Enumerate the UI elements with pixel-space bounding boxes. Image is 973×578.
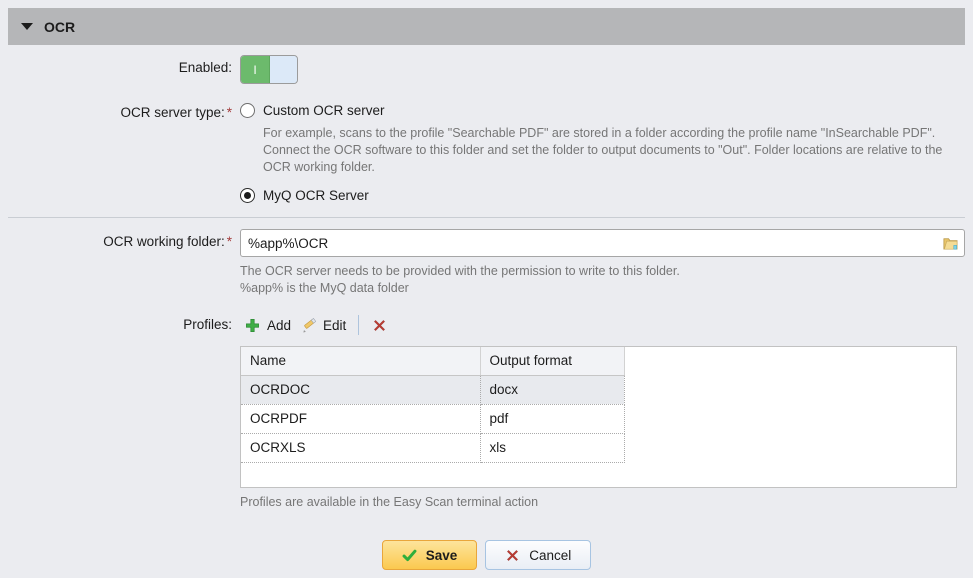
- toggle-knob: [270, 56, 297, 83]
- column-header-output-format[interactable]: Output format: [480, 347, 624, 375]
- working-folder-input[interactable]: [240, 229, 965, 257]
- toggle-on-segment: I: [241, 56, 270, 83]
- ocr-settings-panel: OCR Enabled: I OCR server type:* Custom …: [0, 0, 973, 578]
- table-row[interactable]: OCRXLS xls: [241, 433, 624, 462]
- enabled-label: Enabled:: [8, 55, 240, 84]
- enabled-toggle[interactable]: I: [240, 55, 298, 84]
- browse-folder-button[interactable]: [938, 232, 962, 254]
- cancel-x-icon: [505, 548, 520, 563]
- profiles-label: Profiles:: [8, 312, 240, 509]
- ocr-section-header[interactable]: OCR: [8, 8, 965, 45]
- pencil-icon: [301, 318, 316, 333]
- toolbar-separator: [358, 315, 359, 335]
- cancel-button[interactable]: Cancel: [485, 540, 591, 570]
- edit-profile-button[interactable]: Edit: [296, 316, 351, 335]
- working-folder-label: OCR working folder:*: [8, 229, 240, 297]
- cell-output-format[interactable]: pdf: [480, 404, 624, 433]
- plus-icon: [245, 318, 260, 333]
- custom-server-help-text: For example, scans to the profile "Searc…: [263, 125, 965, 176]
- delete-x-icon: [372, 318, 387, 333]
- add-profile-button[interactable]: Add: [240, 316, 296, 335]
- cell-output-format[interactable]: xls: [480, 433, 624, 462]
- profiles-toolbar: Add Edit: [240, 312, 965, 338]
- radio-myq-ocr-server[interactable]: MyQ OCR Server: [240, 185, 965, 205]
- profiles-note: Profiles are available in the Easy Scan …: [240, 495, 965, 509]
- cell-name[interactable]: OCRXLS: [241, 433, 480, 462]
- server-type-label: OCR server type:*: [8, 100, 240, 205]
- radio-checked-icon[interactable]: [240, 188, 255, 203]
- radio-unchecked-icon[interactable]: [240, 103, 255, 118]
- table-row[interactable]: OCRDOC docx: [241, 375, 624, 404]
- section-divider: [8, 217, 965, 218]
- cell-output-format[interactable]: docx: [480, 375, 624, 404]
- footer-actions: Save Cancel: [8, 540, 965, 570]
- folder-icon: [942, 235, 959, 252]
- working-folder-help-1: The OCR server needs to be provided with…: [240, 263, 965, 280]
- table-row[interactable]: OCRPDF pdf: [241, 404, 624, 433]
- collapse-triangle-icon: [21, 23, 33, 30]
- radio-custom-ocr-server[interactable]: Custom OCR server: [240, 100, 965, 120]
- required-asterisk: *: [227, 105, 232, 120]
- save-button[interactable]: Save: [382, 540, 478, 570]
- working-folder-help-2: %app% is the MyQ data folder: [240, 280, 965, 297]
- section-title: OCR: [44, 19, 75, 35]
- delete-profile-button[interactable]: [366, 316, 393, 335]
- table-header-row: Name Output format: [241, 347, 624, 375]
- check-icon: [402, 548, 417, 563]
- profiles-table: Name Output format OCRDOC docx OCRPDF: [240, 346, 957, 488]
- cell-name[interactable]: OCRDOC: [241, 375, 480, 404]
- column-header-name[interactable]: Name: [241, 347, 480, 375]
- cell-name[interactable]: OCRPDF: [241, 404, 480, 433]
- required-asterisk: *: [227, 234, 232, 249]
